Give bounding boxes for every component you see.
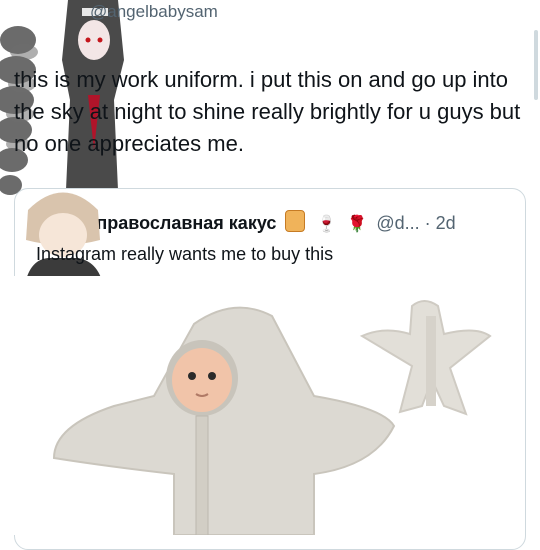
wine-glass-icon: 🍷 <box>316 216 337 233</box>
bread-icon <box>285 210 306 232</box>
quote-avatar[interactable] <box>18 180 108 290</box>
rose-icon: 🌹 <box>347 216 368 233</box>
name-emojis: 🍷 🌹 <box>285 210 372 233</box>
quote-header: дса православная какус 🍷 🌹 @d... · 2d <box>60 210 530 234</box>
post-text: this is my work uniform. i put this on a… <box>14 67 521 156</box>
scrollbar[interactable] <box>534 30 538 100</box>
author-handle[interactable]: @angelbabysam <box>90 2 218 22</box>
product-image <box>14 276 524 535</box>
quote-text: Instagram really wants me to buy this <box>36 244 334 264</box>
quote-meta[interactable]: @d... · 2d <box>376 213 455 233</box>
